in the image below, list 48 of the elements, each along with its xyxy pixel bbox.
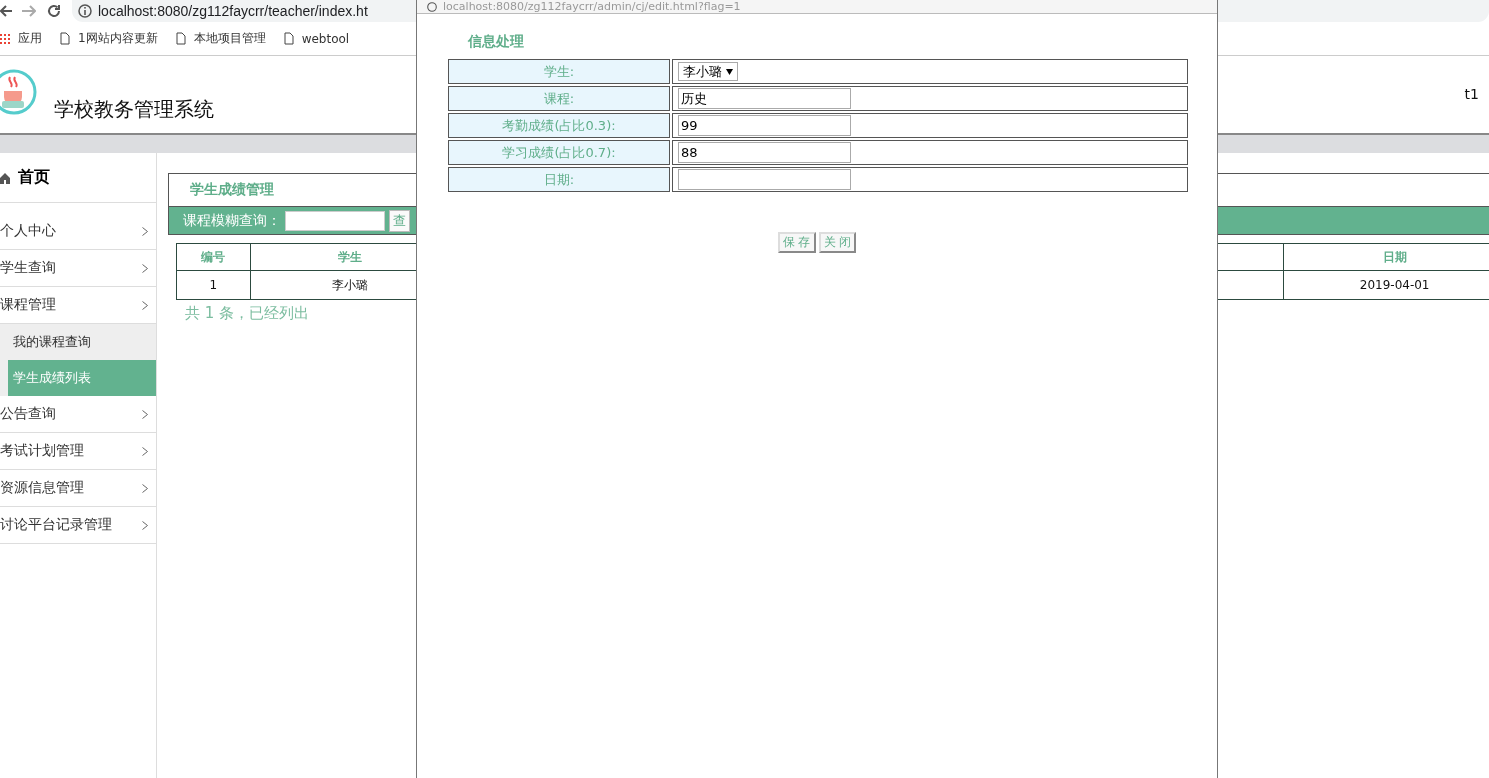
chevron-right-icon [142, 409, 148, 419]
field-label: 日期: [448, 167, 670, 192]
sidebar-item[interactable]: 学生查询 [0, 250, 156, 287]
bookmark[interactable]: 本地项目管理 [175, 30, 266, 47]
student-select[interactable]: 李小璐 [678, 62, 738, 81]
home-icon [0, 171, 10, 184]
sidebar-item[interactable]: 资源信息管理 [0, 470, 156, 507]
input-field[interactable]: 88 [678, 142, 851, 163]
chevron-right-icon [142, 263, 148, 273]
page-icon [283, 32, 294, 45]
app-title: 学校教务管理系统 [54, 96, 214, 123]
field-label: 学生: [448, 59, 670, 84]
reload-icon[interactable] [46, 3, 62, 19]
sidebar-item[interactable]: 公告查询 [0, 396, 156, 433]
user-name: t1 [1464, 86, 1479, 102]
column-header: 编号 [176, 243, 251, 271]
chevron-right-icon [142, 226, 148, 236]
chevron-right-icon [142, 483, 148, 493]
search-field[interactable] [285, 210, 385, 231]
record-count: 共 1 条，已经列出 [185, 304, 311, 323]
input-field[interactable]: 99 [678, 115, 851, 136]
field-label: 考勤成绩(占比0.3): [448, 113, 670, 138]
bookmark[interactable]: 1网站内容更新 [60, 30, 158, 47]
chevron-right-icon [142, 446, 148, 456]
dropdown-icon [726, 68, 733, 75]
field-label: 学习成绩(占比0.7): [448, 140, 670, 165]
sidebar-item[interactable]: 个人中心 [0, 213, 156, 250]
input-field[interactable] [678, 169, 851, 190]
home-link[interactable]: 首页 [0, 153, 156, 203]
page-icon [60, 32, 70, 45]
bookmark[interactable]: 应用 [0, 30, 42, 47]
apps-icon [0, 33, 10, 44]
panel-title: 学生成绩管理 [190, 181, 274, 199]
back-icon[interactable] [0, 4, 12, 18]
sidebar-item[interactable]: 考试计划管理 [0, 433, 156, 470]
form-title: 信息处理 [468, 33, 525, 51]
bookmark[interactable]: webtool [283, 31, 350, 46]
column-header: 日期 [1283, 243, 1489, 271]
field-label: 课程: [448, 86, 670, 111]
chevron-right-icon [142, 300, 148, 310]
sidebar-item[interactable]: 讨论平台记录管理 [0, 507, 156, 544]
chevron-right-icon [142, 520, 148, 530]
search-label: 课程模糊查询： [183, 211, 281, 230]
table-cell: 1 [176, 270, 251, 300]
forward-icon[interactable] [22, 4, 36, 18]
popup-url: localhost:8080/zg112faycrr/admin/cj/edit.html?flag=1 [443, 0, 741, 13]
page-icon [175, 32, 186, 45]
input-field[interactable]: 历史 [678, 88, 851, 109]
